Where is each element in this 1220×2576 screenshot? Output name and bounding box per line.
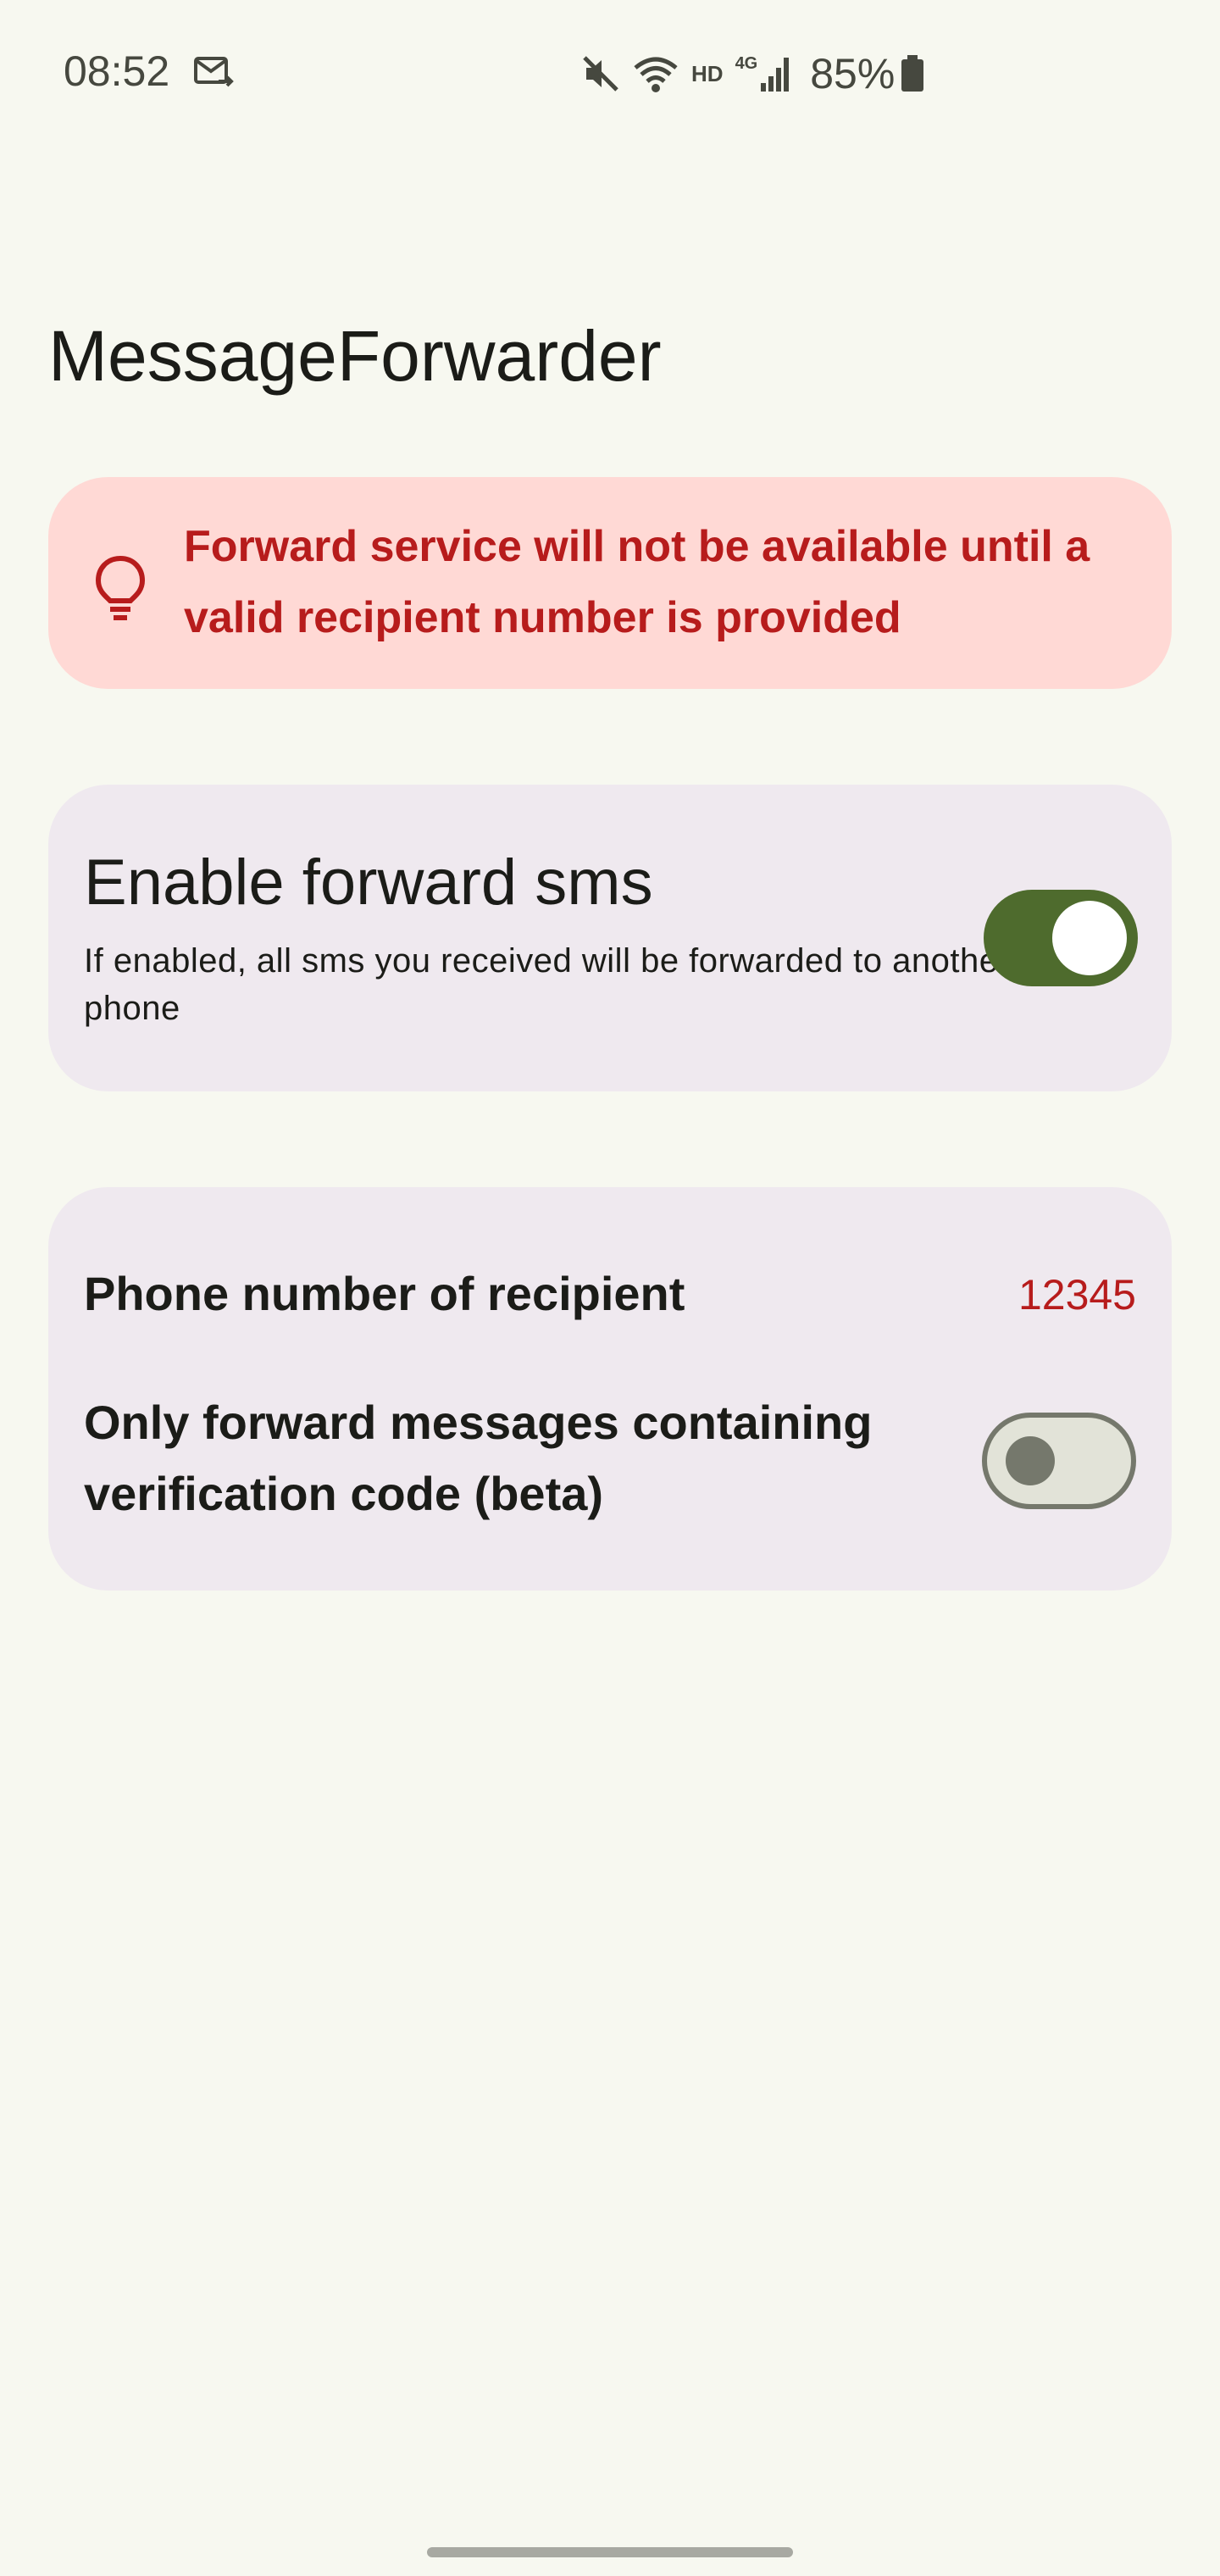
- enable-forward-card[interactable]: Enable forward sms If enabled, all sms y…: [48, 785, 1172, 1091]
- warning-banner: Forward service will not be available un…: [48, 477, 1172, 689]
- wifi-icon: [634, 57, 678, 92]
- network-hd-label: HD: [691, 60, 724, 86]
- mail-icon: [194, 57, 234, 87]
- status-bar: 08:52 HD 4G 85%: [0, 0, 1220, 144]
- recipient-label: Phone number of recipient: [84, 1267, 685, 1320]
- page-title: MessageForwarder: [48, 316, 662, 396]
- network-type-label: 4G: [735, 53, 758, 73]
- verification-label: Only forward messages containing verific…: [84, 1396, 873, 1520]
- battery-percent: 85%: [810, 50, 896, 97]
- switch-thumb: [1006, 1436, 1055, 1485]
- warning-text: Forward service will not be available un…: [184, 522, 1090, 642]
- enable-forward-switch[interactable]: [984, 890, 1138, 986]
- enable-forward-title: Enable forward sms: [84, 847, 653, 919]
- mute-icon: [583, 56, 618, 92]
- lightbulb-icon: [95, 555, 146, 620]
- status-time: 08:52: [64, 47, 170, 95]
- screen: 08:52 HD 4G 85% MessageForwarder Forward…: [0, 0, 1220, 2576]
- verification-code-switch[interactable]: [982, 1413, 1136, 1509]
- gesture-bar[interactable]: [427, 2547, 793, 2557]
- enable-forward-description: If enabled, all sms you received will be…: [84, 942, 1011, 1027]
- settings-card: Phone number of recipient 12345 Only for…: [48, 1187, 1172, 1591]
- battery-icon: [901, 55, 924, 92]
- status-icons: HD 4G 85%: [581, 44, 925, 103]
- recipient-value[interactable]: 12345: [1018, 1270, 1136, 1319]
- signal-icon: [761, 58, 790, 92]
- switch-thumb: [1052, 901, 1127, 975]
